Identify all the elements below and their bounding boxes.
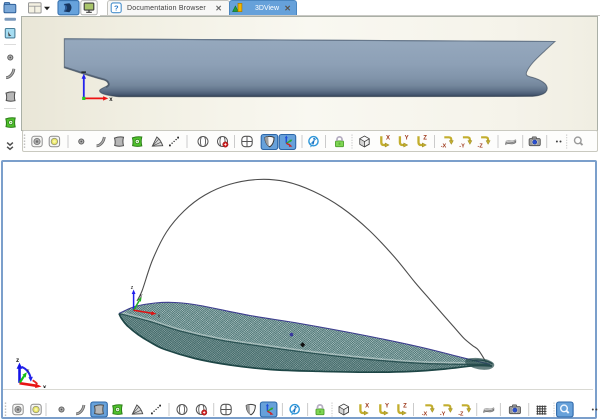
- svg-text:-X: -X: [441, 144, 447, 150]
- svg-text:Z: Z: [423, 136, 427, 142]
- svg-text:y: y: [27, 368, 30, 373]
- svg-text:z: z: [16, 357, 20, 364]
- svg-text:x: x: [109, 97, 113, 103]
- svg-text:z: z: [131, 285, 134, 291]
- svg-text:Z: Z: [403, 404, 407, 410]
- svg-text:Y: Y: [405, 136, 409, 142]
- svg-text:?: ?: [114, 4, 119, 13]
- svg-text:Y: Y: [385, 404, 389, 410]
- svg-text:-X: -X: [422, 412, 428, 418]
- svg-text:-Y: -Y: [459, 144, 465, 150]
- svg-text:y: y: [140, 293, 143, 299]
- svg-text:X: X: [365, 404, 369, 410]
- svg-text:X: X: [386, 136, 390, 142]
- svg-text:-Y: -Y: [440, 412, 446, 418]
- svg-text:-Z: -Z: [458, 412, 464, 418]
- svg-text:x: x: [43, 384, 47, 391]
- svg-text:-Z: -Z: [478, 144, 484, 150]
- svg-text:x: x: [158, 314, 161, 320]
